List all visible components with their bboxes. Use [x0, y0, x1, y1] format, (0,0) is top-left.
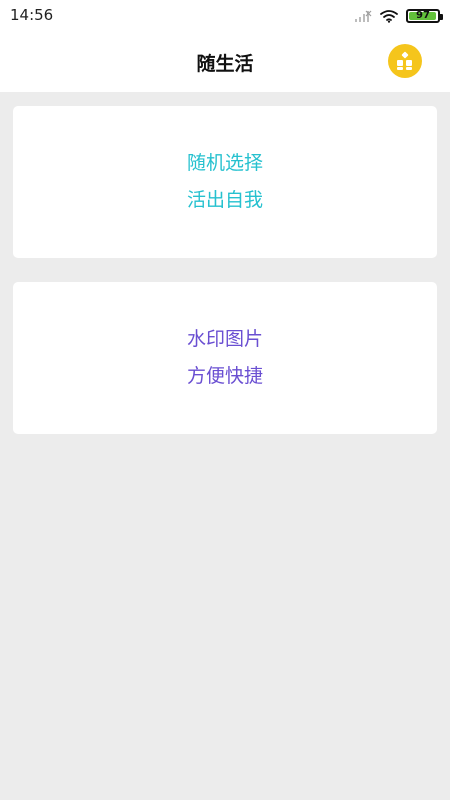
card-subtitle: 活出自我	[186, 189, 263, 211]
status-bar: 14:56 97	[0, 0, 450, 32]
battery-icon: 97	[406, 9, 443, 23]
menu-button[interactable]	[388, 44, 422, 78]
status-time: 14:56	[10, 6, 54, 24]
status-icons: 97	[354, 6, 443, 26]
random-choice-card[interactable]: 随机选择 活出自我	[13, 106, 437, 258]
battery-level-text: 97	[416, 10, 430, 21]
card-subtitle: 方便快捷	[186, 365, 263, 387]
watermark-image-card[interactable]: 水印图片 方便快捷	[13, 282, 437, 434]
card-title: 水印图片	[186, 328, 263, 350]
signal-icon	[354, 9, 372, 23]
app-bar: 随生活	[0, 32, 450, 92]
card-title: 随机选择	[186, 152, 263, 174]
grid-icon	[397, 51, 412, 70]
wifi-icon	[380, 9, 398, 23]
page-title: 随生活	[196, 53, 254, 75]
